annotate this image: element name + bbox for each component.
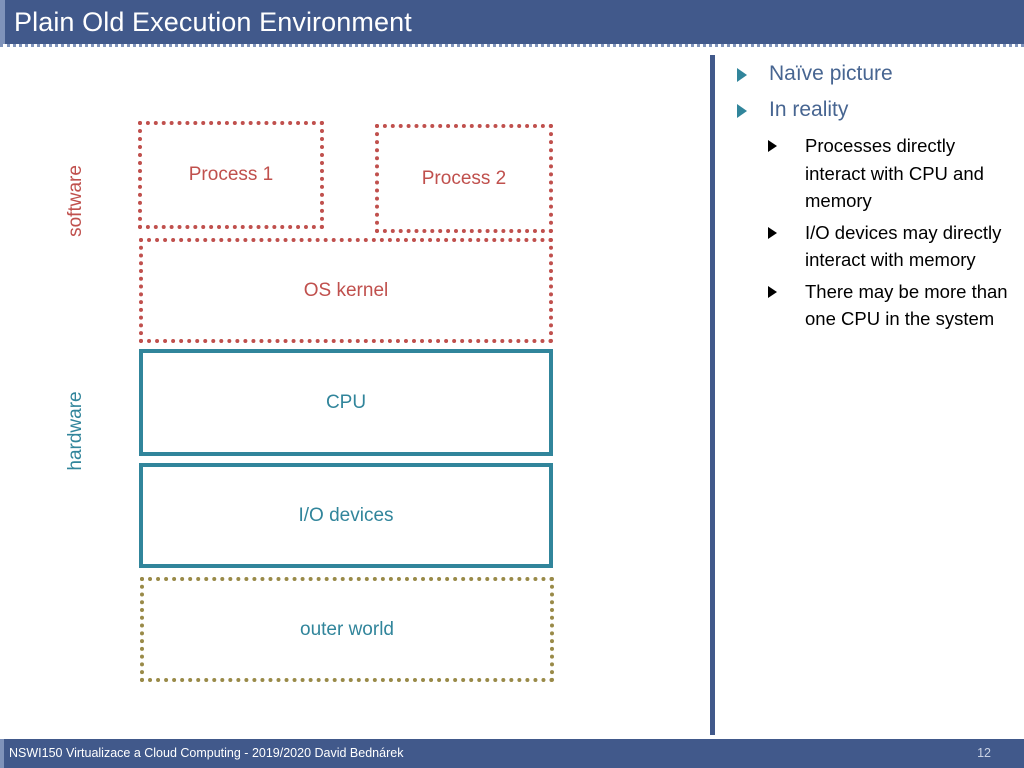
content-column-divider bbox=[710, 55, 715, 735]
sub-bullet-processes-cpu-memory: Processes directly interact with CPU and… bbox=[728, 132, 1018, 215]
bullet-naive-picture: Naïve picture bbox=[728, 60, 1018, 87]
triangle-bullet-icon bbox=[737, 104, 747, 118]
bullet-in-reality: In reality bbox=[728, 96, 1018, 123]
sub-bullet-multiple-cpus: There may be more than one CPU in the sy… bbox=[728, 278, 1018, 333]
triangle-sub-bullet-icon bbox=[768, 140, 777, 152]
triangle-sub-bullet-icon bbox=[768, 226, 777, 239]
sub-bullet-io-devices-memory: I/O devices may directly interact with m… bbox=[728, 219, 1018, 274]
sub-bullet-label: Processes directly interact with CPU and… bbox=[805, 135, 984, 211]
diagram-box-cpu: CPU bbox=[139, 349, 553, 456]
bullet-label: Naïve picture bbox=[769, 62, 893, 85]
diagram-box-io-devices: I/O devices bbox=[139, 463, 553, 568]
sub-bullet-label: I/O devices may directly interact with m… bbox=[805, 221, 1002, 271]
triangle-bullet-icon bbox=[737, 68, 747, 82]
footer-left-accent bbox=[0, 739, 4, 768]
diagram-box-outer-world: outer world bbox=[140, 577, 554, 682]
side-label-software: software bbox=[65, 165, 86, 237]
footer-page-number: 12 bbox=[977, 746, 991, 760]
sub-bullet-label: There may be more than one CPU in the sy… bbox=[805, 280, 1008, 330]
footer-course-text: NSWI150 Virtualizace a Cloud Computing -… bbox=[9, 746, 404, 760]
side-label-hardware: hardware bbox=[65, 391, 86, 471]
diagram-box-os-kernel: OS kernel bbox=[139, 238, 553, 343]
diagram-box-process2: Process 2 bbox=[375, 124, 553, 233]
sub-bullet-list: Processes directly interact with CPU and… bbox=[728, 132, 1018, 333]
execution-environment-diagram: software hardware Process 1 Process 2 OS… bbox=[0, 0, 700, 768]
triangle-sub-bullet-icon bbox=[768, 285, 777, 298]
bullet-list: Naïve picture In reality Processes direc… bbox=[728, 60, 1018, 337]
slide-footer: NSWI150 Virtualizace a Cloud Computing -… bbox=[0, 739, 1024, 768]
diagram-box-process1: Process 1 bbox=[138, 121, 324, 229]
bullet-label: In reality bbox=[769, 98, 849, 121]
